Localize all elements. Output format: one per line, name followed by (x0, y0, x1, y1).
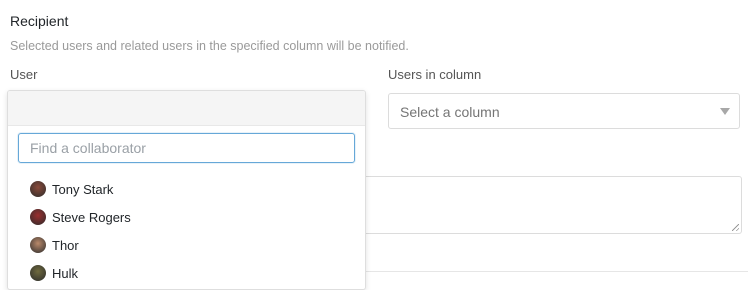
divider (362, 271, 748, 272)
avatar (30, 237, 46, 253)
avatar (30, 209, 46, 225)
list-item[interactable]: Steve Rogers (8, 203, 365, 231)
list-item[interactable]: Thor (8, 231, 365, 259)
user-label: User (10, 67, 38, 82)
column-select-placeholder: Select a column (400, 104, 500, 120)
users-in-column-label: Users in column (388, 67, 482, 82)
recipient-description: Selected users and related users in the … (10, 39, 409, 53)
list-item[interactable]: Hulk (8, 259, 365, 287)
user-select-dropdown: Tony Stark Steve Rogers Thor Hulk (7, 90, 366, 290)
user-name: Steve Rogers (52, 209, 131, 225)
recipient-title: Recipient (10, 13, 69, 29)
list-item[interactable]: Tony Stark (8, 175, 365, 203)
resize-handle-icon[interactable] (732, 224, 739, 231)
avatar (30, 265, 46, 281)
user-name: Tony Stark (52, 181, 114, 197)
avatar (30, 181, 46, 197)
column-select[interactable]: Select a column (388, 93, 740, 129)
collaborator-list: Tony Stark Steve Rogers Thor Hulk (8, 175, 365, 287)
chevron-down-icon (720, 108, 730, 115)
user-name: Hulk (52, 265, 79, 281)
collaborator-search-input[interactable] (18, 133, 355, 163)
user-select-control[interactable] (8, 91, 365, 126)
user-name: Thor (52, 237, 79, 253)
message-textarea[interactable] (362, 176, 742, 234)
